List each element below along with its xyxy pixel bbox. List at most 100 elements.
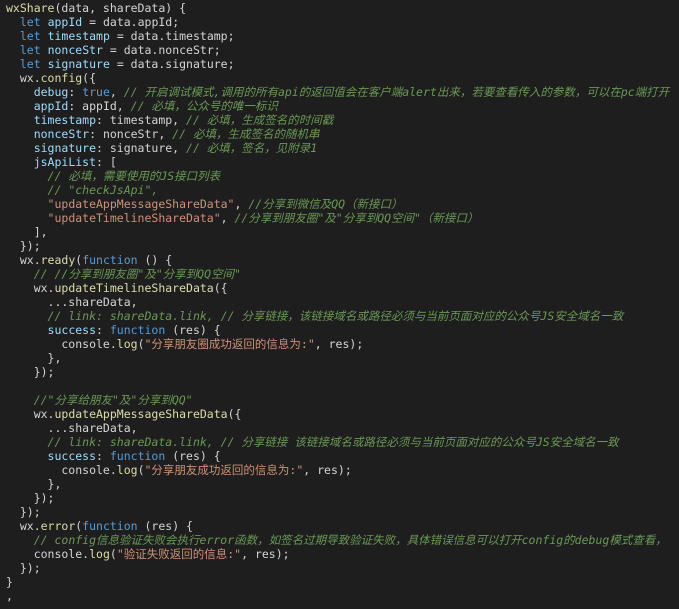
code-token: console. <box>6 337 117 351</box>
code-token: log <box>116 337 138 351</box>
code-token: // 开启调试模式,调用的所有api的返回值会在客户端alert出来，若要查看传… <box>123 85 670 99</box>
code-token: "updateTimelineShareData" <box>47 211 221 225</box>
code-token: ], <box>6 225 48 239</box>
code-token: (data, shareData) { <box>54 1 187 15</box>
code-token: }, <box>6 351 62 365</box>
code-token: ( <box>109 547 117 561</box>
code-token: wx. <box>6 253 41 267</box>
code-line: wx.error(function (res) { <box>0 519 679 533</box>
code-line: }, <box>0 477 679 491</box>
code-token: true <box>82 85 110 99</box>
code-token: }, <box>6 477 62 491</box>
code-line: ...shareData, <box>0 295 679 309</box>
code-token: debug <box>33 85 69 99</box>
code-token: "验证失败返回的信息:" <box>116 547 242 561</box>
code-line: }); <box>0 239 679 253</box>
code-token: // link: shareData.link, // 分享链接，该链接域名或路… <box>47 309 624 323</box>
code-token: let <box>19 43 41 57</box>
code-token: function <box>109 449 166 463</box>
code-token: ready <box>40 253 76 267</box>
code-token: : nonceStr, <box>89 127 173 141</box>
code-token: // link: shareData.link, // 分享链接 该链接域名或路… <box>47 435 619 449</box>
code-editor[interactable]: wxShare(data, shareData) { let appId = d… <box>0 0 679 609</box>
code-token: } <box>6 575 13 589</box>
code-token: }); <box>6 365 55 379</box>
code-token: ({ <box>82 71 97 85</box>
code-token: = data.timestamp; <box>109 29 235 43</box>
code-token: , <box>109 85 124 99</box>
code-token: signature <box>33 141 97 155</box>
code-token: appId <box>33 99 69 113</box>
code-token: console. <box>6 547 90 561</box>
code-token: // 必填，签名，见附录1 <box>186 141 318 155</box>
code-token: wx. <box>6 519 41 533</box>
code-line: ], <box>0 225 679 239</box>
code-token: : <box>96 323 110 337</box>
code-token: // "checkJsApi", <box>47 183 159 197</box>
code-line: success: function (res) { <box>0 449 679 463</box>
code-token: ( <box>137 463 145 477</box>
code-line: let signature = data.signature; <box>0 57 679 71</box>
code-token: : timestamp, <box>96 113 187 127</box>
code-line: //"分享给朋友"及"分享到QQ" <box>0 393 679 407</box>
code-line: "updateAppMessageShareData", //分享到微信及QQ（… <box>0 197 679 211</box>
code-token: // 必填，生成签名的随机串 <box>172 127 320 141</box>
code-line: let nonceStr = data.nonceStr; <box>0 43 679 57</box>
code-token: let <box>19 15 41 29</box>
code-token: }); <box>6 561 41 575</box>
code-token: // 必填，需要使用的JS接口列表 <box>47 169 221 183</box>
code-token: log <box>116 463 138 477</box>
code-token: updateTimelineShareData <box>54 281 214 295</box>
code-token: timestamp <box>47 29 110 43</box>
code-line: wx.updateTimelineShareData({ <box>0 281 679 295</box>
code-line: nonceStr: nonceStr, // 必填，生成签名的随机串 <box>0 127 679 141</box>
code-token: jsApiList <box>33 155 97 169</box>
code-line: wx.config({ <box>0 71 679 85</box>
code-token: "分享朋友成功返回的信息为:" <box>144 463 304 477</box>
code-token: = data.signature; <box>109 57 235 71</box>
code-token: , res); <box>314 337 364 351</box>
code-token: success <box>47 323 97 337</box>
code-line: // 必填，需要使用的JS接口列表 <box>0 169 679 183</box>
code-line: }); <box>0 491 679 505</box>
code-token: : <box>96 449 110 463</box>
code-token: , <box>234 197 249 211</box>
code-line: jsApiList: [ <box>0 155 679 169</box>
code-line: ...shareData, <box>0 421 679 435</box>
code-line: console.log("验证失败返回的信息:", res); <box>0 547 679 561</box>
code-token: appId <box>47 15 83 29</box>
code-token: (res) { <box>165 449 221 463</box>
code-token: function <box>82 519 138 533</box>
code-line: wx.ready(function () { <box>0 253 679 267</box>
code-token: signature <box>47 57 110 71</box>
code-token: ...shareData, <box>6 421 138 435</box>
code-line: }); <box>0 365 679 379</box>
code-line: } <box>0 575 679 589</box>
code-token: function <box>109 323 166 337</box>
code-token: wxShare <box>6 1 55 15</box>
code-token: "分享朋友圈成功返回的信息为:" <box>144 337 315 351</box>
code-line: success: function (res) { <box>0 323 679 337</box>
code-token: wx. <box>6 281 55 295</box>
code-line: signature: signature, // 必填，签名，见附录1 <box>0 141 679 155</box>
code-line: }, <box>0 351 679 365</box>
code-line: console.log("分享朋友圈成功返回的信息为:", res); <box>0 337 679 351</box>
code-token: , res); <box>303 463 352 477</box>
